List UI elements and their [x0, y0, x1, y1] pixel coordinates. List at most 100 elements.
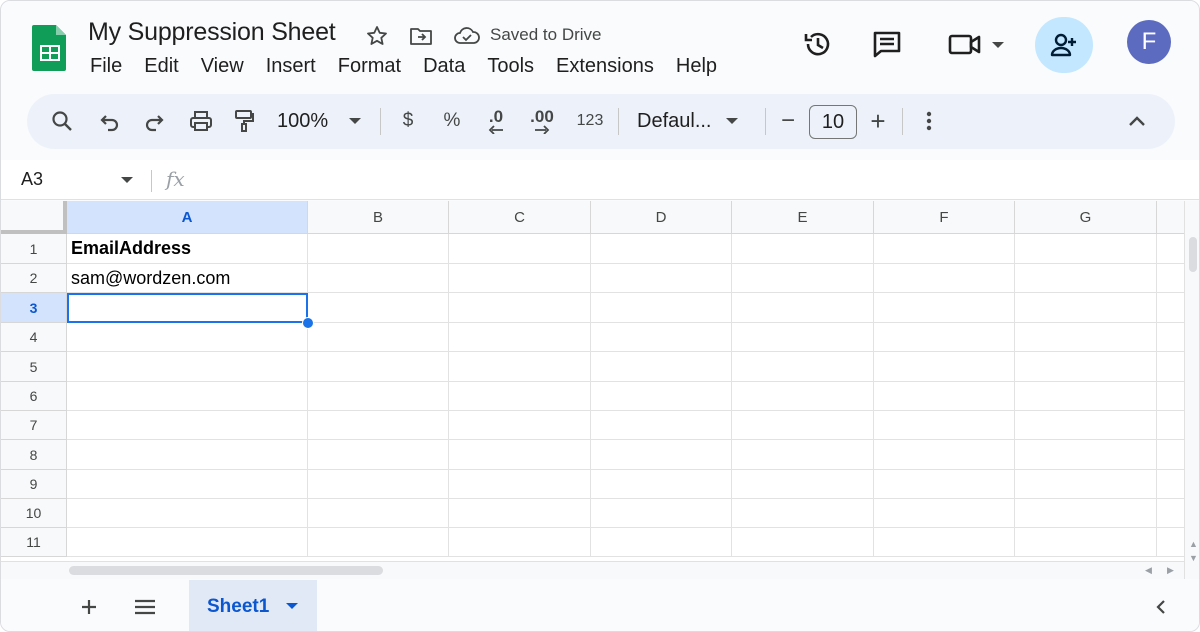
- cell-d10[interactable]: [591, 499, 732, 528]
- scroll-left-icon[interactable]: ◀: [1145, 565, 1152, 576]
- column-header-d[interactable]: D: [591, 201, 732, 234]
- cell-a8[interactable]: [67, 440, 308, 470]
- share-button[interactable]: [1035, 17, 1093, 73]
- cell-a5[interactable]: [67, 352, 308, 382]
- cell-h8[interactable]: [1157, 440, 1184, 470]
- collapse-menus-icon[interactable]: [1123, 102, 1151, 140]
- cell-e5[interactable]: [732, 352, 874, 382]
- video-call-icon[interactable]: [945, 25, 1009, 63]
- row-header-6[interactable]: 6: [1, 382, 67, 411]
- paint-format-icon[interactable]: [229, 102, 259, 140]
- cell-a10[interactable]: [67, 499, 308, 528]
- cloud-saved-icon[interactable]: [452, 23, 482, 49]
- cell-d3[interactable]: [591, 293, 732, 323]
- menu-data[interactable]: Data: [412, 53, 476, 82]
- cell-e6[interactable]: [732, 382, 874, 411]
- cell-c1[interactable]: [449, 234, 591, 264]
- cell-e4[interactable]: [732, 323, 874, 352]
- row-header-5[interactable]: 5: [1, 352, 67, 382]
- decrease-decimal-button[interactable]: .0: [481, 102, 511, 140]
- move-to-folder-icon[interactable]: [408, 23, 434, 49]
- cell-f10[interactable]: [874, 499, 1015, 528]
- cell-g3[interactable]: [1015, 293, 1157, 323]
- cell-h11[interactable]: [1157, 528, 1184, 557]
- menu-edit[interactable]: Edit: [133, 53, 189, 82]
- cell-f11[interactable]: [874, 528, 1015, 557]
- version-history-icon[interactable]: [799, 25, 837, 63]
- cell-f5[interactable]: [874, 352, 1015, 382]
- cell-d8[interactable]: [591, 440, 732, 470]
- cell-f3[interactable]: [874, 293, 1015, 323]
- cell-d2[interactable]: [591, 264, 732, 293]
- horizontal-scrollbar[interactable]: ◀ ▶: [1, 561, 1184, 579]
- redo-icon[interactable]: [139, 102, 169, 140]
- menu-insert[interactable]: Insert: [255, 53, 327, 82]
- undo-icon[interactable]: [95, 102, 125, 140]
- column-header-h[interactable]: [1157, 201, 1184, 234]
- cell-g7[interactable]: [1015, 411, 1157, 440]
- cell-g5[interactable]: [1015, 352, 1157, 382]
- row-header-8[interactable]: 8: [1, 440, 67, 470]
- cell-f7[interactable]: [874, 411, 1015, 440]
- cell-h4[interactable]: [1157, 323, 1184, 352]
- increase-font-size-button[interactable]: +: [865, 102, 891, 140]
- menu-help[interactable]: Help: [665, 53, 728, 82]
- cell-g6[interactable]: [1015, 382, 1157, 411]
- cell-c7[interactable]: [449, 411, 591, 440]
- cell-c4[interactable]: [449, 323, 591, 352]
- sheet-tab-sheet1[interactable]: Sheet1: [189, 580, 317, 631]
- cell-g10[interactable]: [1015, 499, 1157, 528]
- vertical-scroll-thumb[interactable]: [1189, 237, 1197, 272]
- row-header-7[interactable]: 7: [1, 411, 67, 440]
- more-formats-button[interactable]: 123: [573, 102, 607, 140]
- cell-a3[interactable]: [67, 293, 308, 323]
- cell-d11[interactable]: [591, 528, 732, 557]
- row-header-4[interactable]: 4: [1, 323, 67, 352]
- cell-e8[interactable]: [732, 440, 874, 470]
- chevron-down-icon[interactable]: [120, 176, 134, 184]
- cell-h3[interactable]: [1157, 293, 1184, 323]
- decrease-font-size-button[interactable]: −: [775, 102, 801, 140]
- row-header-11[interactable]: 11: [1, 528, 67, 557]
- cell-f8[interactable]: [874, 440, 1015, 470]
- scroll-right-icon[interactable]: ▶: [1167, 565, 1174, 576]
- scroll-up-icon[interactable]: ▲: [1189, 539, 1198, 549]
- row-header-3[interactable]: 3: [1, 293, 67, 323]
- cell-f1[interactable]: [874, 234, 1015, 264]
- cell-b8[interactable]: [308, 440, 449, 470]
- sheets-logo-icon[interactable]: [32, 23, 68, 73]
- add-sheet-icon[interactable]: [73, 592, 105, 622]
- cell-a1[interactable]: EmailAddress: [67, 234, 308, 264]
- cell-h5[interactable]: [1157, 352, 1184, 382]
- scroll-down-icon[interactable]: ▼: [1189, 553, 1198, 563]
- cell-c2[interactable]: [449, 264, 591, 293]
- cell-b7[interactable]: [308, 411, 449, 440]
- cell-b2[interactable]: [308, 264, 449, 293]
- cell-h1[interactable]: [1157, 234, 1184, 264]
- cell-d6[interactable]: [591, 382, 732, 411]
- name-box[interactable]: A3: [21, 169, 43, 190]
- cell-g9[interactable]: [1015, 470, 1157, 499]
- cell-g1[interactable]: [1015, 234, 1157, 264]
- format-currency-button[interactable]: $: [395, 102, 421, 140]
- cell-e11[interactable]: [732, 528, 874, 557]
- cell-d7[interactable]: [591, 411, 732, 440]
- font-size-input[interactable]: 10: [809, 105, 857, 139]
- cell-f2[interactable]: [874, 264, 1015, 293]
- row-header-10[interactable]: 10: [1, 499, 67, 528]
- cell-c11[interactable]: [449, 528, 591, 557]
- cell-d9[interactable]: [591, 470, 732, 499]
- cell-c3[interactable]: [449, 293, 591, 323]
- menu-format[interactable]: Format: [327, 53, 412, 82]
- cell-b5[interactable]: [308, 352, 449, 382]
- cell-b11[interactable]: [308, 528, 449, 557]
- cell-f6[interactable]: [874, 382, 1015, 411]
- cell-a7[interactable]: [67, 411, 308, 440]
- cell-d5[interactable]: [591, 352, 732, 382]
- format-percent-button[interactable]: %: [439, 102, 465, 140]
- cell-e10[interactable]: [732, 499, 874, 528]
- user-avatar[interactable]: F: [1127, 20, 1171, 64]
- zoom-select[interactable]: 100%: [277, 102, 369, 140]
- column-header-b[interactable]: B: [308, 201, 449, 234]
- fill-handle[interactable]: [302, 317, 314, 329]
